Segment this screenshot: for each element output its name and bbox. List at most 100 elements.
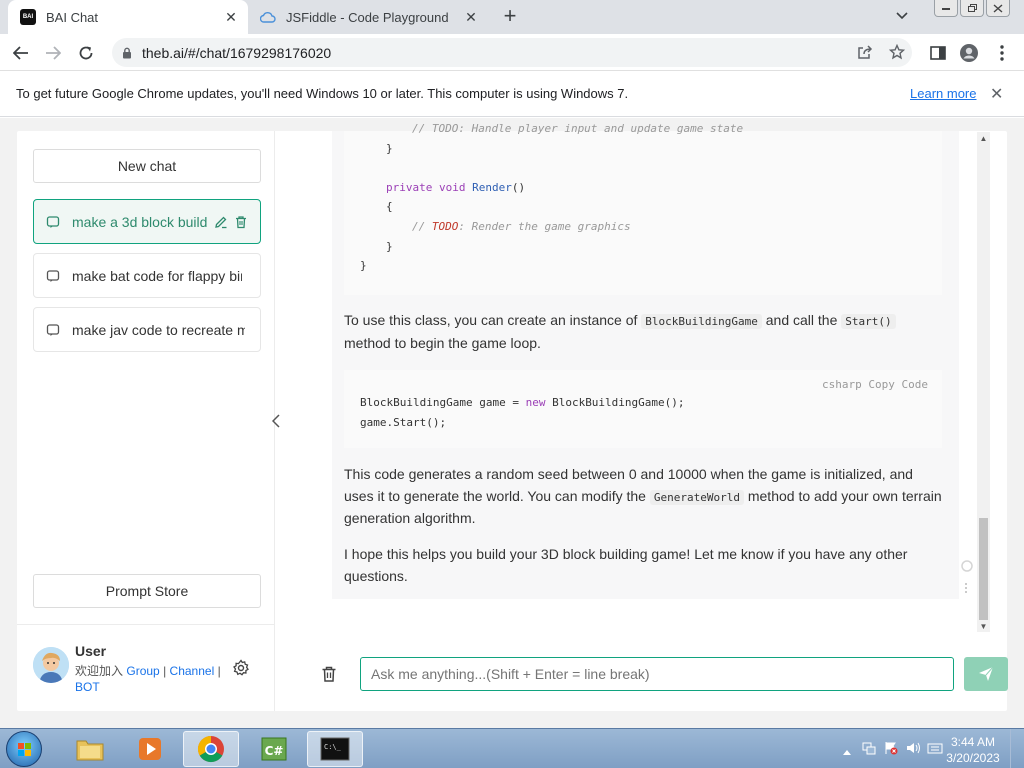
windows-taskbar: C# C:\_ 3:44 AM 3/20/2023 bbox=[0, 728, 1024, 768]
start-button[interactable] bbox=[6, 731, 42, 767]
code-line: { bbox=[386, 200, 393, 213]
side-panel-icon[interactable] bbox=[928, 43, 948, 63]
tab-search-icon[interactable] bbox=[895, 8, 915, 26]
tab-title: JSFiddle - Code Playground bbox=[286, 9, 449, 25]
chrome-icon[interactable] bbox=[183, 731, 239, 767]
show-hidden-icons-icon[interactable] bbox=[843, 742, 851, 760]
code-token: : Render the game graphics bbox=[458, 220, 631, 233]
tab-jsfiddle[interactable]: JSFiddle - Code Playground ✕ bbox=[250, 0, 488, 34]
avatar[interactable] bbox=[33, 647, 69, 683]
code-line: } bbox=[360, 259, 367, 272]
close-infobar-icon[interactable]: ✕ bbox=[990, 84, 1003, 104]
scrollbar-thumb[interactable] bbox=[979, 518, 988, 620]
text-span: and call the bbox=[761, 312, 842, 328]
chat-bubble-icon bbox=[46, 215, 60, 228]
code-line: // TODO: Handle player input and update … bbox=[412, 122, 743, 135]
lock-icon[interactable] bbox=[122, 47, 132, 59]
inline-code: BlockBuildingGame bbox=[641, 314, 762, 329]
assistant-message: // TODO: Handle player input and update … bbox=[332, 122, 973, 599]
close-tab-icon[interactable]: ✕ bbox=[462, 8, 480, 26]
svg-text:C:\_: C:\_ bbox=[324, 743, 342, 751]
jsfiddle-cloud-icon bbox=[260, 9, 276, 25]
channel-link[interactable]: Channel bbox=[170, 664, 215, 678]
profile-avatar-icon[interactable] bbox=[959, 43, 979, 63]
code-token: Render bbox=[472, 180, 512, 194]
user-panel: User 欢迎加入 Group | Channel | BOT bbox=[17, 624, 275, 711]
bookmark-star-icon[interactable] bbox=[888, 43, 906, 63]
chat-history-item[interactable]: make jav code to recreate minecraft bbox=[33, 307, 261, 352]
inline-code: GenerateWorld bbox=[649, 489, 744, 505]
minimize-button[interactable] bbox=[934, 0, 958, 17]
forward-arrow-icon[interactable] bbox=[42, 42, 64, 64]
learn-more-link[interactable]: Learn more bbox=[910, 86, 976, 101]
message-paragraph: To use this class, you can create an ins… bbox=[344, 310, 944, 354]
action-center-flag-icon[interactable] bbox=[883, 741, 899, 760]
separator: | bbox=[217, 664, 221, 678]
code-token: () bbox=[511, 180, 526, 194]
clock-date: 3/20/2023 bbox=[946, 751, 1000, 765]
scroll-up-arrow[interactable]: ▲ bbox=[979, 134, 988, 143]
network-icon[interactable] bbox=[861, 741, 877, 760]
welcome-text: 欢迎加入 bbox=[75, 664, 124, 678]
url-text: theb.ai/#/chat/1679298176020 bbox=[142, 44, 332, 61]
system-clock[interactable]: 3:44 AM 3/20/2023 bbox=[938, 734, 1008, 766]
media-player-icon[interactable] bbox=[122, 731, 178, 767]
bot-link[interactable]: BOT bbox=[75, 680, 100, 694]
copy-code-button[interactable]: Copy Code bbox=[868, 378, 928, 391]
volume-icon[interactable] bbox=[905, 741, 921, 760]
scroll-down-arrow[interactable]: ▼ bbox=[979, 622, 988, 631]
address-bar[interactable]: theb.ai/#/chat/1679298176020 bbox=[112, 38, 912, 67]
text-span: To use this class, you can create an ins… bbox=[344, 312, 642, 328]
code-language: csharp bbox=[822, 378, 862, 391]
browser-toolbar: theb.ai/#/chat/1679298176020 bbox=[0, 34, 1024, 71]
group-link[interactable]: Group bbox=[126, 664, 159, 678]
clear-chat-trash-icon[interactable] bbox=[320, 665, 338, 688]
sidebar: New chat make a 3d block building game i… bbox=[17, 131, 275, 711]
edit-icon[interactable] bbox=[214, 215, 228, 229]
csharp-editor-icon[interactable]: C# bbox=[246, 731, 302, 767]
prompt-store-button[interactable]: Prompt Store bbox=[33, 574, 261, 608]
code-header: csharp Copy Code bbox=[822, 378, 928, 391]
chat-title: make a 3d block building game in c# bbox=[72, 213, 208, 230]
code-block: // TODO: Handle player input and update … bbox=[344, 122, 942, 295]
code-line: BlockBuildingGame game = new BlockBuildi… bbox=[360, 396, 685, 409]
tab-bai-chat[interactable]: BAI BAI Chat ✕ bbox=[8, 0, 248, 34]
new-chat-button[interactable]: New chat bbox=[33, 149, 261, 183]
code-token: private void bbox=[386, 180, 473, 194]
code-line: } bbox=[386, 142, 393, 155]
restore-button[interactable] bbox=[960, 0, 984, 17]
settings-gear-icon[interactable] bbox=[232, 659, 250, 682]
chat-history-item[interactable]: make bat code for flappy bird bbox=[33, 253, 261, 298]
loading-spinner-icon bbox=[961, 559, 973, 577]
tab-title: BAI Chat bbox=[46, 9, 99, 25]
code-token: BlockBuildingGame game = bbox=[360, 396, 526, 409]
show-desktop-button[interactable] bbox=[1010, 729, 1024, 768]
new-tab-button[interactable]: + bbox=[498, 4, 522, 28]
tab-strip: BAI BAI Chat ✕ JSFiddle - Code Playgroun… bbox=[0, 0, 1024, 34]
system-tray bbox=[843, 741, 943, 760]
send-icon bbox=[979, 666, 994, 681]
page-background: New chat make a 3d block building game i… bbox=[0, 118, 1024, 728]
code-token: TODO bbox=[431, 220, 459, 233]
share-icon[interactable] bbox=[857, 44, 873, 63]
chat-pane: // TODO: Handle player input and update … bbox=[276, 122, 1008, 711]
chat-history-item[interactable]: make a 3d block building game in c# bbox=[33, 199, 261, 244]
code-token: // TODO: Handle player input and update … bbox=[412, 122, 744, 135]
send-button[interactable] bbox=[964, 657, 1008, 691]
code-keyword: new bbox=[525, 396, 546, 409]
code-line: // TODO: Render the game graphics bbox=[412, 220, 631, 233]
code-token: } bbox=[386, 239, 393, 253]
more-options-icon[interactable] bbox=[964, 581, 968, 599]
delete-icon[interactable] bbox=[234, 215, 248, 229]
user-name: User bbox=[75, 643, 107, 659]
code-block: csharp Copy Code BlockBuildingGame game … bbox=[344, 370, 942, 448]
chrome-menu-icon[interactable] bbox=[992, 43, 1012, 63]
chat-input[interactable] bbox=[360, 657, 954, 691]
cmd-console-icon[interactable]: C:\_ bbox=[307, 731, 363, 767]
back-arrow-icon[interactable] bbox=[10, 42, 32, 64]
close-window-button[interactable] bbox=[986, 0, 1010, 17]
page-scrollbar[interactable]: ▲ ▼ bbox=[977, 132, 990, 632]
close-tab-icon[interactable]: ✕ bbox=[222, 8, 240, 26]
explorer-folder-icon[interactable] bbox=[62, 731, 118, 767]
reload-icon[interactable] bbox=[75, 42, 97, 64]
